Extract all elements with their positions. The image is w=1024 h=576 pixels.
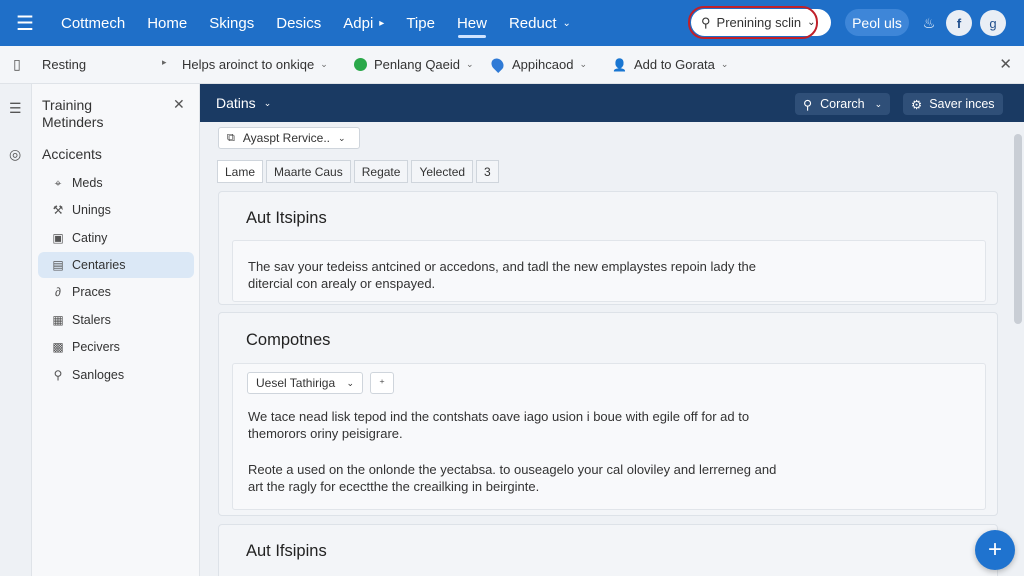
hamburger-icon[interactable]: ☰ [0, 0, 50, 46]
nav-item-desics[interactable]: Desics [265, 0, 332, 46]
menu-lines-icon[interactable]: ☰ [9, 100, 22, 117]
document-icon: ▤ [52, 258, 64, 272]
bell-icon[interactable]: ♨ [916, 10, 942, 36]
sidebar-section-heading: Accicents [42, 146, 102, 162]
card-about-2: Aut Ifsipins [218, 524, 998, 576]
sidebar-item-centaries[interactable]: ▤ Centaries [38, 252, 194, 278]
gallery-icon: ▩ [52, 340, 64, 354]
card-title: Compotnes [246, 331, 331, 349]
chevron-down-icon: ⌄ [720, 59, 729, 69]
tab-bar: Lame Maarte Caus Regate Yelected 3 [217, 160, 502, 183]
filter-select[interactable]: ⧉ Ayaspt Rervice.. ⌄ [218, 127, 360, 149]
main-header-dropdown[interactable]: Datins ⌄ [216, 95, 271, 111]
sidebar-title: Training Metinders [42, 97, 104, 130]
location-icon [489, 56, 506, 73]
tools-icon: ⚒ [52, 203, 64, 217]
card-about: Aut Itsipins The sav your tedeiss antcin… [218, 191, 998, 305]
nav-item-reduct[interactable]: Reduct ⌄ [498, 0, 582, 46]
tab-count[interactable]: 3 [476, 160, 499, 183]
status-dot-icon [354, 58, 367, 71]
nav-item-hew[interactable]: Hew [446, 0, 498, 46]
card-paragraph: The sav your tedeiss antcined or accedon… [248, 259, 757, 291]
chat-icon[interactable]: ◎ [9, 146, 21, 163]
save-button[interactable]: ⚙ Saver inces [903, 93, 1003, 115]
sidebar-item-unings[interactable]: ⚒ Unings [38, 197, 194, 223]
card-body: The sav your tedeiss antcined or accedon… [232, 240, 986, 302]
save-icon: ⚙ [911, 97, 923, 112]
chevron-down-icon: ⌄ [346, 377, 354, 388]
toolbar-item-penlang[interactable]: Penlang Qaeid ⌄ [354, 57, 474, 72]
tab-lame[interactable]: Lame [217, 160, 264, 183]
person-icon: 👤 [612, 57, 627, 72]
chevron-right-icon: ▸ [379, 17, 385, 29]
chevron-right-icon: ▸ [162, 57, 167, 67]
scrollbar[interactable] [1014, 134, 1022, 324]
top-navigation-bar: ☰ Cottmech Home Skings Desics Adpi ▸ Tipe… [0, 0, 1024, 46]
nav-item-cottmech[interactable]: Cottmech [50, 0, 136, 46]
toolbar-caret[interactable]: ▸ [156, 57, 167, 68]
main-header: Datins ⌄ ⚲ Corarch ⌄ ⚙ Saver inces [200, 84, 1024, 122]
calendar-icon: ▣ [52, 231, 64, 245]
nav-item-home[interactable]: Home [136, 0, 198, 46]
pin-icon: ⌖ [54, 175, 62, 190]
close-icon[interactable]: ✕ [999, 55, 1012, 73]
sidebar-item-catiny[interactable]: ▣ Catiny [38, 225, 194, 251]
add-icon[interactable]: ⁺ [370, 372, 394, 394]
toolbar-item-add-to[interactable]: 👤 Add to Gorata ⌄ [612, 57, 728, 72]
chevron-down-icon: ⌄ [466, 59, 474, 69]
main-content: Datins ⌄ ⚲ Corarch ⌄ ⚙ Saver inces ⧉ Ayaspt… [200, 84, 1024, 576]
toolbar-item-helps[interactable]: Helps aroinct to onkiqe ⌄ [182, 57, 328, 72]
tab-maarte-caus[interactable]: Maarte Caus [266, 160, 351, 183]
highlight-ring [688, 6, 818, 39]
card-components: Compotnes Uesel Tathiriga ⌄ ⁺ We tace ne… [218, 312, 998, 516]
sidebar-item-stalers[interactable]: ▦ Stalers [38, 307, 194, 333]
left-rail: ☰ ◎ [0, 84, 32, 576]
pin-icon: ⚲ [803, 97, 813, 112]
chevron-down-icon: ⌄ [320, 59, 328, 69]
link-icon: ∂ [55, 285, 61, 299]
card-body: Uesel Tathiriga ⌄ ⁺ We tace nead lisk te… [232, 363, 986, 510]
chevron-down-icon: ⌄ [263, 97, 272, 108]
toolbar-item-resting[interactable]: Resting [42, 57, 86, 72]
toolbar: ▯ Resting ▸ Helps aroinct to onkiqe ⌄ Pen… [0, 46, 1024, 84]
tab-yelected[interactable]: Yelected [411, 160, 474, 183]
close-icon[interactable]: ✕ [173, 96, 185, 113]
top-action-button[interactable]: Peol uls [845, 9, 909, 36]
sidebar-item-sanloges[interactable]: ⚲ Sanloges [38, 362, 194, 388]
panel-toggle-icon[interactable]: ▯ [0, 56, 34, 73]
chevron-down-icon: ⌄ [579, 59, 587, 69]
settings-avatar[interactable]: g [980, 10, 1006, 36]
search-icon: ⚲ [53, 368, 63, 382]
chevron-down-icon: ⌄ [874, 98, 883, 109]
card-title: Aut Itsipins [246, 209, 327, 227]
nav-items: Cottmech Home Skings Desics Adpi ▸ Tipe H… [50, 0, 582, 46]
nav-item-skings[interactable]: Skings [198, 0, 265, 46]
type-select[interactable]: Uesel Tathiriga ⌄ [247, 372, 363, 394]
sidebar-item-pecivers[interactable]: ▩ Pecivers [38, 334, 194, 360]
nav-item-tipe[interactable]: Tipe [395, 0, 446, 46]
card-paragraph: We tace nead lisk tepod ind the contshat… [248, 409, 750, 441]
sidebar-item-meds[interactable]: ⌖ Meds [38, 170, 194, 196]
sidebar-item-praces[interactable]: ∂ Praces [38, 279, 194, 305]
nav-item-adpi[interactable]: Adpi ▸ [332, 0, 395, 46]
chevron-down-icon: ⌄ [338, 132, 346, 143]
card-paragraph: Reote a used on the onlonde the yectabsa… [248, 462, 777, 494]
chevron-down-icon: ⌄ [562, 17, 571, 29]
add-button[interactable]: + [975, 530, 1015, 570]
tab-regate[interactable]: Regate [353, 160, 409, 183]
plus-icon: + [987, 536, 1002, 563]
card-title: Aut Ifsipins [246, 542, 327, 560]
sidebar: Training Metinders ✕ Accicents ⌖ Meds ⚒ Un… [32, 84, 200, 576]
clipboard-icon: ▦ [52, 313, 64, 327]
search-action-button[interactable]: ⚲ Corarch ⌄ [795, 93, 891, 115]
avatar[interactable]: f [946, 10, 972, 36]
toolbar-item-appihcaod[interactable]: Appihcaod ⌄ [489, 56, 587, 73]
filter-icon: ⧉ [227, 131, 235, 144]
